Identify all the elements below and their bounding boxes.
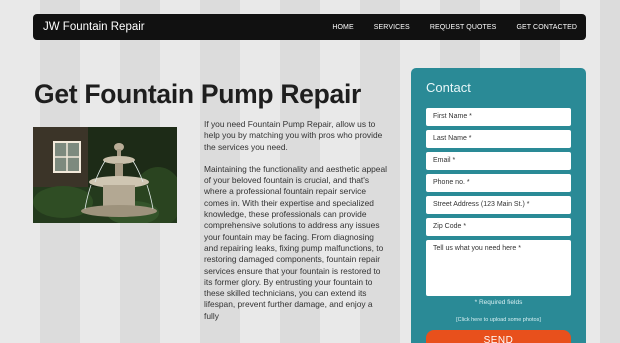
- first-name-field[interactable]: First Name *: [426, 108, 571, 126]
- nav-home[interactable]: HOME: [322, 24, 363, 31]
- email-field[interactable]: Email *: [426, 152, 571, 170]
- navbar: JW Fountain Repair HOME SERVICES REQUEST…: [33, 14, 586, 40]
- send-button[interactable]: SEND: [426, 330, 571, 343]
- contact-title: Contact: [426, 80, 471, 95]
- required-fields-note: * Required fields: [474, 299, 523, 306]
- page-title: Get Fountain Pump Repair: [34, 79, 362, 109]
- nav-get-contacted[interactable]: GET CONTACTED: [506, 24, 577, 31]
- nav-menu: HOME SERVICES REQUEST QUOTES GET CONTACT…: [322, 24, 586, 31]
- fountain-photo: [33, 127, 177, 223]
- message-textarea[interactable]: Tell us what you need here *: [426, 240, 571, 296]
- article-body: If you need Fountain Pump Repair, allow …: [204, 119, 388, 322]
- zip-code-field[interactable]: Zip Code *: [426, 218, 571, 236]
- details-paragraph: Maintaining the functionality and aesthe…: [204, 163, 387, 321]
- last-name-field[interactable]: Last Name *: [426, 130, 571, 148]
- upload-photos-link[interactable]: [Click here to upload some photos]: [411, 317, 586, 323]
- nav-request-quotes[interactable]: REQUEST QUOTES: [420, 24, 507, 31]
- intro-paragraph: If you need Fountain Pump Repair, allow …: [204, 119, 383, 152]
- nav-services[interactable]: SERVICES: [364, 24, 420, 31]
- brand-logo[interactable]: JW Fountain Repair: [33, 21, 322, 33]
- contact-form: Contact First Name * Last Name * Email *…: [411, 68, 586, 343]
- phone-field[interactable]: Phone no. *: [426, 174, 571, 192]
- street-address-field[interactable]: Street Address (123 Main St.) *: [426, 196, 571, 214]
